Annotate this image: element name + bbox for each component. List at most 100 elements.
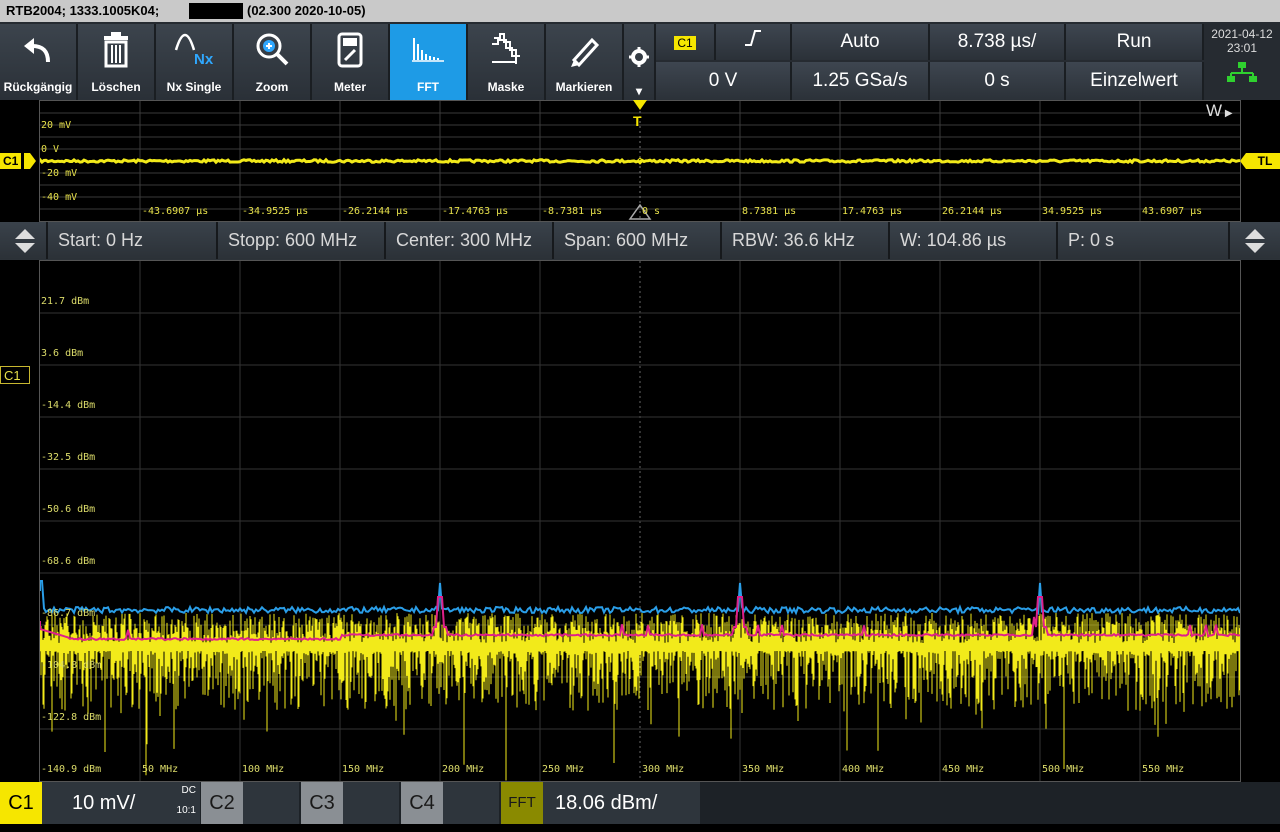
fft-x-label-6: 350 MHz (742, 764, 785, 775)
mask-icon (468, 30, 544, 70)
network-icon (1204, 61, 1280, 88)
c1-scale-cell[interactable]: 10 mV/ DC 10:1 (42, 782, 200, 824)
nx-single-button[interactable]: Nx Nx Single (156, 24, 234, 100)
firmware-version: (02.300 2020-10-05) (247, 3, 366, 18)
c2-channel-button[interactable]: C2 (201, 782, 243, 824)
fft-spectrum-plot (40, 261, 1240, 781)
time-x-label-4: -8.7381 µs (542, 206, 603, 217)
settings-button[interactable]: ▾ (624, 24, 656, 100)
c3-channel-button[interactable]: C3 (301, 782, 343, 824)
time-offset-cell[interactable]: 0 s (930, 62, 1066, 100)
fft-y-label-6: -86.7 dBm (41, 608, 96, 619)
rising-edge-icon (743, 30, 763, 52)
time-x-label-8: 26.2144 µs (942, 206, 1003, 217)
c4-channel-button[interactable]: C4 (401, 782, 443, 824)
time: 23:01 (1226, 41, 1258, 55)
acquisition-mode-cell[interactable]: Einzelwert (1066, 62, 1204, 100)
fft-y-label-0: 21.7 dBm (41, 296, 90, 307)
c1-marker-arrow-icon (24, 153, 36, 169)
c1-time-trace (40, 157, 1240, 165)
nx-single-icon: Nx (156, 30, 232, 70)
fft-c1-marker[interactable]: C1 (0, 366, 30, 384)
svg-text:Nx: Nx (194, 51, 214, 68)
fft-channel-button[interactable]: FFT (501, 782, 543, 824)
trigger-mode-cell[interactable]: Auto (792, 24, 930, 60)
marker-button[interactable]: Markieren (546, 24, 624, 100)
title-bar: RTB2004; 1333.1005K04; (02.300 2020-10-0… (0, 0, 1280, 22)
c2-scale-cell[interactable] (243, 782, 299, 824)
trigger-slope-cell[interactable] (716, 24, 792, 60)
time-x-label-5: 0 s (642, 206, 661, 217)
c4-scale-cell[interactable] (443, 782, 499, 824)
play-arrow-icon: ▶ (1222, 108, 1233, 119)
redacted-serial (189, 3, 243, 19)
trigger-level-cell[interactable]: 0 V (656, 62, 792, 100)
dropdown-arrow-icon: ▾ (635, 84, 643, 98)
window-marker[interactable]: W ▶ (1206, 101, 1233, 121)
time-x-label-6: 8.7381 µs (742, 206, 797, 217)
fft-rbw[interactable]: RBW: 36.6 kHz (722, 222, 890, 259)
fft-x-label-7: 400 MHz (842, 764, 885, 775)
meter-icon (312, 30, 388, 70)
scroll-right-button[interactable] (1230, 222, 1280, 259)
undo-icon (0, 30, 76, 70)
undo-button[interactable]: Rückgängig (0, 24, 78, 100)
trash-icon (78, 30, 154, 70)
fft-y-label-9: -140.9 dBm (41, 764, 102, 775)
fft-x-label-10: 550 MHz (1142, 764, 1185, 775)
clock-area: 2021-04-12 23:01 (1204, 24, 1280, 100)
meter-button[interactable]: Meter (312, 24, 390, 100)
c1-channel-button[interactable]: C1 (0, 782, 42, 824)
c1-offset-marker[interactable]: C1 (0, 153, 22, 169)
fft-scale-cell[interactable]: 18.06 dBm/ (543, 782, 700, 824)
fft-position[interactable]: P: 0 s (1058, 222, 1230, 259)
time-y-label-3: -40 mV (41, 192, 78, 203)
gear-icon (624, 46, 654, 86)
up-down-arrow-icon (1245, 229, 1265, 253)
fft-panel[interactable] (39, 260, 1241, 782)
time-y-label-0: 20 mV (41, 120, 72, 131)
fft-button[interactable]: FFT (390, 24, 468, 100)
clear-button[interactable]: Löschen (78, 24, 156, 100)
trigger-arrow-icon (633, 100, 647, 110)
fft-x-label-1: 100 MHz (242, 764, 285, 775)
fft-icon (390, 30, 466, 70)
fft-x-label-2: 150 MHz (342, 764, 385, 775)
trigger-source-cell[interactable]: C1 (656, 24, 716, 60)
trigger-level-marker[interactable]: TL (1250, 153, 1280, 169)
scroll-left-button[interactable] (0, 222, 48, 259)
fft-x-label-4: 250 MHz (542, 764, 585, 775)
fft-start[interactable]: Start: 0 Hz (48, 222, 218, 259)
timebase-cell[interactable]: 8.738 µs/ (930, 24, 1066, 60)
fft-x-label-3: 200 MHz (442, 764, 485, 775)
c1-scale: 10 mV/ (72, 792, 136, 814)
time-x-label-1: -34.9525 µs (242, 206, 309, 217)
c3-scale-cell[interactable] (343, 782, 399, 824)
fft-y-label-2: -14.4 dBm (41, 400, 96, 411)
time-x-label-2: -26.2144 µs (342, 206, 409, 217)
fft-y-label-5: -68.6 dBm (41, 556, 96, 567)
fft-span[interactable]: Span: 600 MHz (554, 222, 722, 259)
run-state-cell[interactable]: Run (1066, 24, 1204, 60)
marker-pen-icon (546, 30, 622, 70)
date: 2021-04-12 (1211, 27, 1273, 41)
fft-stop[interactable]: Stopp: 600 MHz (218, 222, 386, 259)
time-x-label-3: -17.4763 µs (442, 206, 509, 217)
fft-center[interactable]: Center: 300 MHz (386, 222, 554, 259)
up-down-arrow-icon (15, 229, 35, 253)
fft-y-label-7: -104.8 dBm (41, 660, 102, 671)
fft-window[interactable]: W: 104.86 µs (890, 222, 1058, 259)
time-y-label-1: 0 V (41, 144, 60, 155)
fft-y-label-3: -32.5 dBm (41, 452, 96, 463)
fft-x-label-0: 50 MHz (142, 764, 179, 775)
fft-y-label-1: 3.6 dBm (41, 348, 84, 359)
mask-button[interactable]: Maske (468, 24, 546, 100)
c1-probe-ratio: 10:1 (176, 805, 196, 816)
time-x-label-10: 43.6907 µs (1142, 206, 1203, 217)
time-x-label-9: 34.9525 µs (1042, 206, 1103, 217)
fft-y-label-4: -50.6 dBm (41, 504, 96, 515)
sample-rate-cell[interactable]: 1.25 GSa/s (792, 62, 930, 100)
trigger-marker[interactable]: T (633, 113, 642, 129)
device-id: RTB2004; 1333.1005K04; (6, 3, 160, 18)
zoom-button[interactable]: Zoom (234, 24, 312, 100)
